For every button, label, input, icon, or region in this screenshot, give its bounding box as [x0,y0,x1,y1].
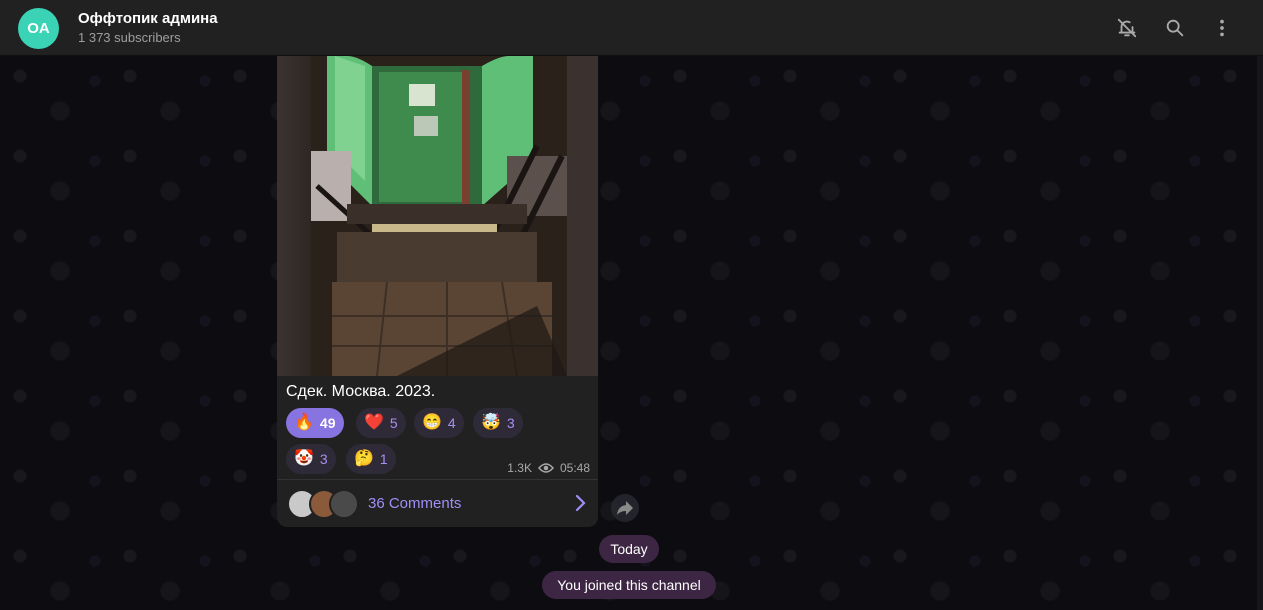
search-icon [1166,19,1184,37]
clown-emoji-icon: 🤡 [294,450,314,467]
reaction-count: 49 [319,415,336,431]
reaction-count: 1 [379,451,388,467]
channel-avatar[interactable]: OA [18,8,59,49]
search-button[interactable] [1163,16,1187,40]
chevron-right-icon [575,494,586,512]
channel-post[interactable]: Сдек. Москва. 2023. 🔥 49 ❤️ 5 😁 4 🤯 3 🤡 … [277,56,598,527]
reaction-heart[interactable]: ❤️ 5 [356,408,406,438]
commenter-avatar [329,489,359,519]
channel-title[interactable]: Оффтопик админа [78,10,218,27]
reaction-grin[interactable]: 😁 4 [414,408,464,438]
reaction-clown[interactable]: 🤡 3 [286,444,336,474]
grin-emoji-icon: 😁 [422,414,442,431]
eye-icon [537,463,554,473]
reaction-count: 4 [447,415,456,431]
scrollbar[interactable] [1257,56,1263,610]
thinking-emoji-icon: 🤔 [354,450,374,467]
heart-emoji-icon: ❤️ [364,414,384,431]
chat-background [0,56,1263,610]
subscriber-count: 1 373 subscribers [78,30,181,45]
post-caption: Сдек. Москва. 2023. [286,383,436,400]
reaction-fire[interactable]: 🔥 49 [286,408,344,438]
post-time: 05:48 [559,461,590,475]
post-photo[interactable] [277,56,598,377]
reaction-count: 5 [389,415,398,431]
service-message: You joined this channel [542,571,716,599]
view-count: 1.3K [507,461,532,475]
more-vertical-icon [1220,19,1224,37]
date-separator: Today [599,535,659,563]
mute-button[interactable] [1115,16,1139,40]
reaction-count: 3 [506,415,515,431]
comments-button[interactable]: 36 Comments [277,480,598,527]
mind-blown-emoji-icon: 🤯 [481,414,501,431]
share-button[interactable] [611,494,639,522]
reaction-mind-blown[interactable]: 🤯 3 [473,408,523,438]
more-button[interactable] [1210,16,1234,40]
share-arrow-icon [617,501,633,515]
fire-emoji-icon: 🔥 [294,414,314,431]
post-meta: 1.3K 05:48 [507,461,590,475]
reaction-thinking[interactable]: 🤔 1 [346,444,396,474]
chat-header[interactable]: OA Оффтопик админа 1 373 subscribers [0,0,1263,56]
mute-bell-icon [1117,18,1137,38]
photo-illustration [311,56,567,377]
reaction-count: 3 [319,451,328,467]
comments-label: 36 Comments [368,495,462,512]
